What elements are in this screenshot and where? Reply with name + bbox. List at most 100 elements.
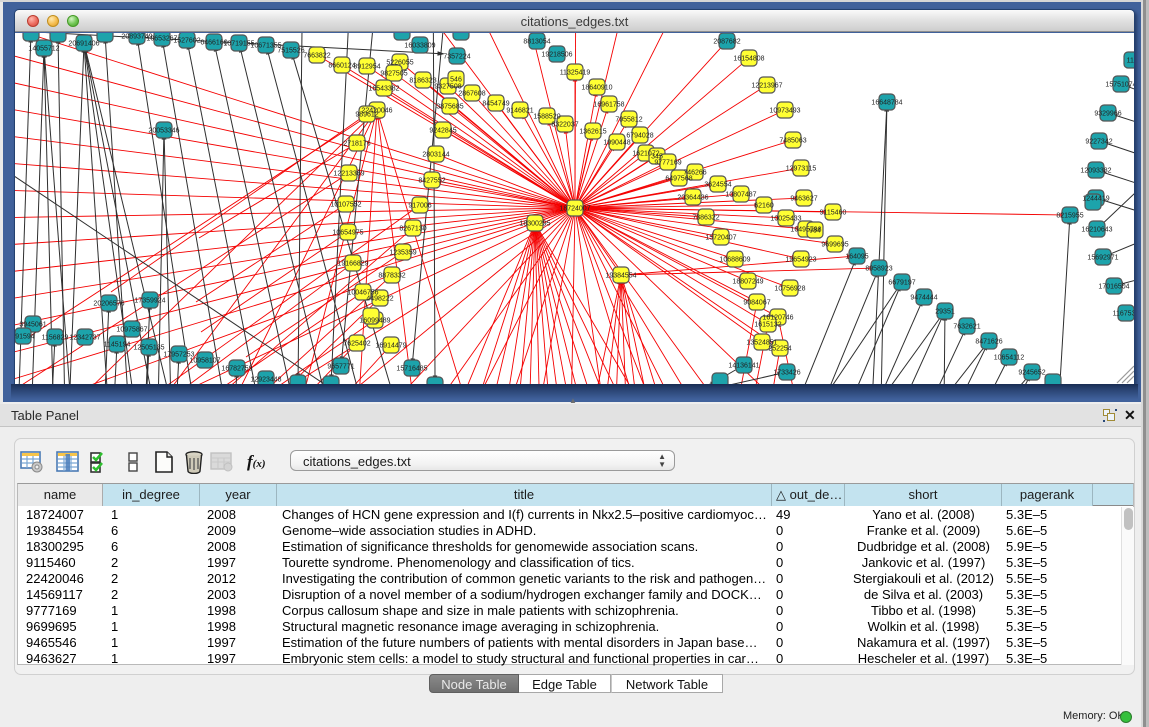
- svg-text:10688609: 10688609: [719, 256, 750, 263]
- svg-text:164095: 164095: [845, 253, 868, 260]
- svg-text:546: 546: [450, 76, 462, 83]
- svg-text:15692971: 15692971: [1087, 254, 1118, 261]
- svg-text:10975867: 10975867: [116, 326, 147, 333]
- svg-text:1156829: 1156829: [42, 334, 69, 341]
- svg-text:9777169: 9777169: [654, 159, 681, 166]
- svg-text:2803144: 2803144: [422, 151, 449, 158]
- svg-text:9227342: 9227342: [1085, 138, 1112, 145]
- svg-text:15751074: 15751074: [1105, 81, 1134, 88]
- svg-text:3945061: 3945061: [19, 321, 46, 328]
- svg-text:5226055: 5226055: [386, 59, 413, 66]
- svg-text:16210643: 16210643: [1081, 226, 1112, 233]
- svg-text:10025433: 10025433: [770, 215, 801, 222]
- svg-text:10807487: 10807487: [725, 191, 756, 198]
- svg-text:6794028: 6794028: [626, 132, 653, 139]
- svg-text:20691406: 20691406: [68, 40, 99, 47]
- svg-text:16648784: 16648784: [871, 99, 902, 106]
- svg-text:11325419: 11325419: [560, 69, 591, 76]
- svg-text:10654975: 10654975: [332, 229, 363, 236]
- svg-text:10654112: 10654112: [994, 354, 1025, 361]
- svg-text:20206576: 20206576: [93, 300, 124, 307]
- svg-text:2718176: 2718176: [343, 140, 370, 147]
- svg-text:18724007: 18724007: [559, 205, 590, 212]
- svg-text:2867608: 2867608: [458, 90, 485, 97]
- svg-text:9474444: 9474444: [910, 294, 937, 301]
- svg-text:1615132: 1615132: [754, 321, 781, 328]
- svg-text:16099489: 16099489: [359, 317, 390, 324]
- svg-text:10756928: 10756928: [774, 285, 805, 292]
- svg-text:9463627: 9463627: [790, 195, 817, 202]
- svg-text:6497568: 6497568: [665, 175, 692, 182]
- svg-text:18807249: 18807249: [732, 278, 763, 285]
- svg-text:12505135: 12505135: [133, 344, 164, 351]
- svg-text:19654923: 19654923: [785, 256, 816, 263]
- svg-text:9827505: 9827505: [380, 70, 407, 77]
- svg-text:12213369: 12213369: [333, 170, 364, 177]
- svg-text:1588520: 1588520: [533, 113, 560, 120]
- svg-text:9146821: 9146821: [506, 107, 533, 114]
- svg-text:989612: 989612: [355, 111, 378, 118]
- svg-text:7357224: 7357224: [443, 53, 470, 60]
- svg-text:8813054: 8813054: [523, 38, 550, 45]
- svg-text:111: 111: [1127, 57, 1134, 64]
- svg-text:7663822: 7663822: [303, 52, 330, 59]
- svg-text:19218506: 19218506: [541, 51, 572, 58]
- svg-text:10107552: 10107552: [330, 201, 361, 208]
- svg-text:12093382: 12093382: [1080, 167, 1111, 174]
- svg-text:20364436: 20364436: [677, 194, 708, 201]
- svg-text:917006: 917006: [408, 202, 431, 209]
- svg-text:1244419: 1244419: [1082, 195, 1109, 202]
- svg-text:1235359: 1235359: [389, 249, 416, 256]
- svg-text:8958923: 8958923: [865, 265, 892, 272]
- svg-text:12213967: 12213967: [751, 82, 782, 89]
- svg-text:3875685: 3875685: [436, 103, 463, 110]
- svg-text:4498222: 4498222: [366, 295, 393, 302]
- svg-text:9657771: 9657771: [327, 363, 354, 370]
- svg-text:62160: 62160: [754, 202, 774, 209]
- svg-text:19166829: 19166829: [337, 260, 368, 267]
- svg-text:1167533: 1167533: [1113, 310, 1134, 317]
- svg-text:16961758: 16961758: [593, 101, 624, 108]
- svg-text:12973115: 12973115: [786, 165, 817, 172]
- svg-text:12923448: 12923448: [250, 376, 281, 383]
- svg-text:10973493: 10973493: [769, 107, 800, 114]
- svg-text:16782759: 16782759: [221, 365, 252, 372]
- svg-text:29351: 29351: [935, 308, 955, 315]
- svg-text:9245652: 9245652: [1018, 369, 1045, 376]
- svg-text:18300295: 18300295: [519, 220, 550, 227]
- svg-text:2087682: 2087682: [713, 38, 740, 45]
- svg-text:16543382: 16543382: [368, 85, 399, 92]
- svg-text:7625402: 7625402: [343, 340, 370, 347]
- svg-text:20053346: 20053346: [148, 127, 179, 134]
- svg-text:14055712: 14055712: [28, 45, 59, 52]
- svg-text:14136141: 14136141: [728, 362, 759, 369]
- svg-text:8878332: 8878332: [378, 272, 405, 279]
- svg-text:9115460: 9115460: [820, 209, 847, 216]
- svg-text:1527602: 1527602: [173, 37, 200, 44]
- svg-text:7485063: 7485063: [779, 137, 806, 144]
- svg-text:16154808: 16154808: [733, 55, 764, 62]
- svg-text:16120746: 16120746: [762, 314, 793, 321]
- svg-text:18640910: 18640910: [581, 84, 612, 91]
- svg-text:17016504: 17016504: [1098, 283, 1129, 290]
- svg-text:7515526: 7515526: [277, 47, 304, 54]
- svg-text:6679197: 6679197: [888, 279, 915, 286]
- svg-text:984: 984: [809, 227, 821, 234]
- svg-text:8427552: 8427552: [418, 177, 445, 184]
- svg-text:9699695: 9699695: [821, 241, 848, 248]
- svg-text:7386322: 7386322: [692, 214, 719, 221]
- svg-text:8660124: 8660124: [328, 62, 355, 69]
- svg-text:8267130: 8267130: [399, 225, 426, 232]
- svg-text:10958107: 10958107: [189, 357, 220, 364]
- svg-text:19384554: 19384554: [605, 272, 636, 279]
- svg-text:12342737: 12342737: [69, 334, 100, 341]
- svg-text:15716485: 15716485: [396, 365, 427, 372]
- svg-text:3624554: 3624554: [704, 181, 731, 188]
- svg-text:9084067: 9084067: [743, 299, 770, 306]
- svg-text:15720407: 15720407: [705, 234, 736, 241]
- svg-text:8454749: 8454749: [482, 100, 509, 107]
- svg-text:1145194: 1145194: [104, 341, 131, 348]
- svg-text:16914479: 16914479: [375, 342, 406, 349]
- svg-text:16033809: 16033809: [404, 42, 435, 49]
- svg-text:1990448: 1990448: [603, 139, 630, 146]
